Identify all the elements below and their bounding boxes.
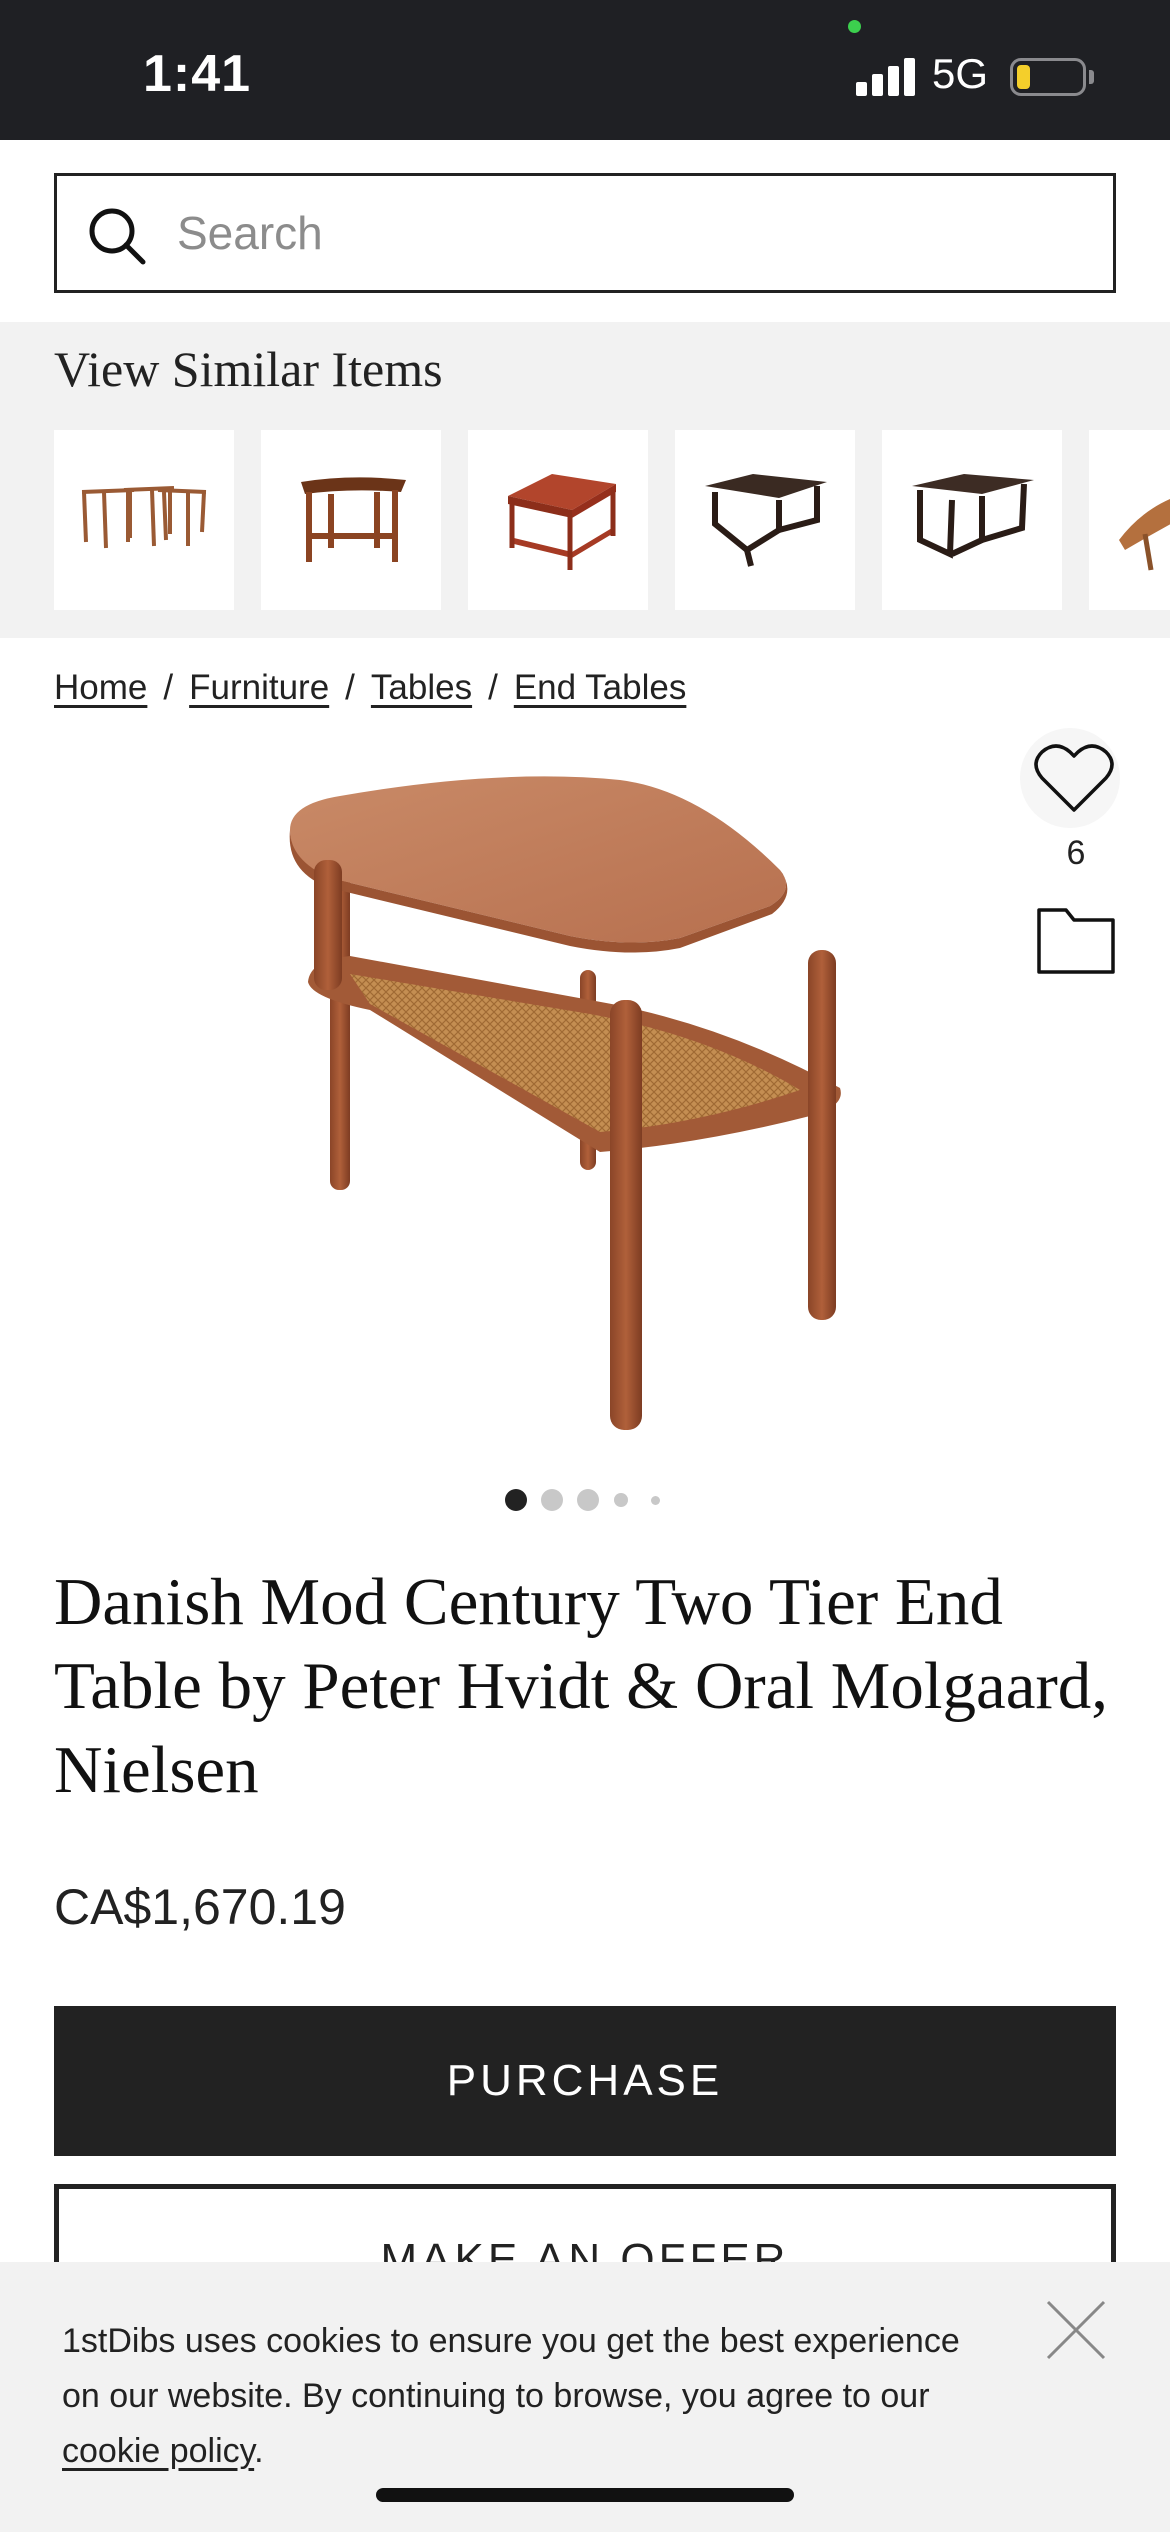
similar-item-thumbnail[interactable]	[882, 430, 1062, 610]
breadcrumb-home[interactable]: Home	[54, 668, 147, 707]
cookie-policy-link[interactable]: cookie policy	[62, 2432, 254, 2470]
similar-items-carousel[interactable]	[54, 430, 1170, 610]
product-price: CA$1,670.19	[54, 1879, 346, 1935]
similar-item-thumbnail[interactable]	[675, 430, 855, 610]
cookie-text: 1stDibs uses cookies to ensure you get t…	[62, 2314, 1002, 2479]
privacy-indicator-dot	[848, 20, 861, 33]
product-image[interactable]	[250, 760, 910, 1450]
folder-icon[interactable]	[1036, 906, 1116, 976]
side-table-thumbnail	[301, 477, 406, 562]
breadcrumb-tables[interactable]: Tables	[371, 668, 472, 707]
similar-item-thumbnail[interactable]	[468, 430, 648, 610]
pager-dot[interactable]	[614, 1493, 628, 1507]
partial-table-thumbnail	[1119, 499, 1170, 571]
two-tier-red-table-thumbnail	[508, 474, 616, 570]
similar-items-title: View Similar Items	[54, 341, 443, 397]
similar-items-section: View Similar Items	[0, 322, 1170, 638]
pager-dot[interactable]	[541, 1489, 563, 1511]
nesting-tables-thumbnail	[81, 486, 207, 549]
breadcrumb-separator: /	[345, 668, 355, 707]
cookie-message: 1stDibs uses cookies to ensure you get t…	[62, 2322, 960, 2415]
purchase-button[interactable]: PURCHASE	[54, 2006, 1116, 2156]
similar-item-thumbnail[interactable]	[54, 430, 234, 610]
similar-item-thumbnail[interactable]	[1089, 430, 1170, 610]
image-pager-dots[interactable]	[505, 1488, 685, 1512]
network-type: 5G	[932, 50, 989, 97]
dark-coffee-table-thumbnail	[705, 474, 827, 567]
favorite-controls: 6	[1016, 728, 1136, 988]
favorite-count: 6	[1066, 834, 1086, 872]
breadcrumb-separator: /	[488, 668, 498, 707]
breadcrumb: Home / Furniture / Tables / End Tables	[54, 668, 686, 708]
search-icon[interactable]	[85, 204, 149, 268]
product-title: Danish Mod Century Two Tier End Table by…	[54, 1565, 1109, 1807]
signal-strength-icon	[856, 58, 916, 96]
cookie-trailing: .	[254, 2432, 264, 2470]
search-input[interactable]	[177, 196, 1077, 270]
heart-icon[interactable]	[1034, 742, 1114, 814]
close-icon[interactable]	[1044, 2298, 1108, 2362]
breadcrumb-separator: /	[163, 668, 174, 707]
battery-cap	[1089, 70, 1094, 84]
battery-icon	[1010, 58, 1086, 96]
search-bar[interactable]	[54, 173, 1116, 293]
breadcrumb-end-tables[interactable]: End Tables	[514, 668, 687, 707]
battery-level	[1017, 65, 1030, 89]
pager-dot[interactable]	[651, 1496, 660, 1505]
home-indicator[interactable]	[376, 2488, 794, 2502]
pager-dot-active[interactable]	[505, 1489, 527, 1511]
status-bar: 1:41 5G	[0, 0, 1170, 140]
pager-dot[interactable]	[577, 1489, 599, 1511]
status-time: 1:41	[143, 45, 252, 103]
breadcrumb-furniture[interactable]: Furniture	[189, 668, 329, 707]
similar-item-thumbnail[interactable]	[261, 430, 441, 610]
dark-square-table-thumbnail	[912, 474, 1034, 559]
